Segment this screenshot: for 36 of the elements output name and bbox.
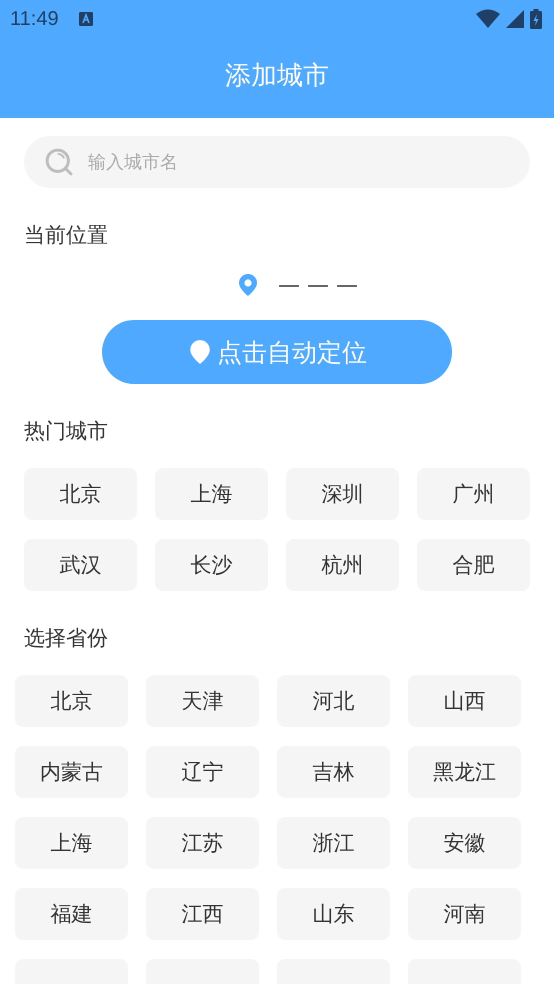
city-chip[interactable]: 合肥: [417, 539, 530, 591]
location-pin-icon: [236, 273, 260, 297]
province-chip[interactable]: 黑龙江: [408, 746, 521, 798]
city-chip[interactable]: 北京: [24, 468, 137, 520]
province-chip[interactable]: 江苏: [146, 817, 259, 869]
province-chip[interactable]: 福建: [15, 888, 128, 940]
province-chip[interactable]: 河南: [408, 888, 521, 940]
signal-icon: [506, 10, 524, 28]
keyboard-icon: [78, 12, 93, 26]
search-field[interactable]: 输入城市名: [24, 136, 530, 188]
province-chip[interactable]: 山东: [277, 888, 390, 940]
province-chip[interactable]: 辽宁: [146, 746, 259, 798]
section-heading: 热门城市: [24, 418, 108, 445]
wifi-icon: [476, 9, 500, 29]
section-heading: 选择省份: [24, 625, 108, 652]
province-chip[interactable]: 安徽: [408, 817, 521, 869]
city-chip[interactable]: 长沙: [155, 539, 268, 591]
province-chip[interactable]: 山西: [408, 675, 521, 727]
province-chip[interactable]: 河北: [277, 675, 390, 727]
status-time: 11:49: [10, 8, 59, 30]
city-chip[interactable]: 上海: [155, 468, 268, 520]
province-chip[interactable]: 内蒙古: [15, 746, 128, 798]
province-chip[interactable]: 上海: [15, 817, 128, 869]
section-heading: 当前位置: [24, 222, 108, 249]
page-title: 添加城市: [225, 60, 329, 93]
location-value: — — —: [278, 272, 358, 298]
battery-icon: [530, 9, 542, 29]
city-chip[interactable]: 杭州: [286, 539, 399, 591]
province-chip[interactable]: 吉林: [277, 746, 390, 798]
province-chip[interactable]: 天津: [146, 675, 259, 727]
city-chip[interactable]: 广州: [417, 468, 530, 520]
city-chip[interactable]: 深圳: [286, 468, 399, 520]
province-chip[interactable]: 江西: [146, 888, 259, 940]
city-chip[interactable]: 武汉: [24, 539, 137, 591]
province-chip[interactable]: 北京: [15, 675, 128, 727]
province-chip[interactable]: 浙江: [277, 817, 390, 869]
